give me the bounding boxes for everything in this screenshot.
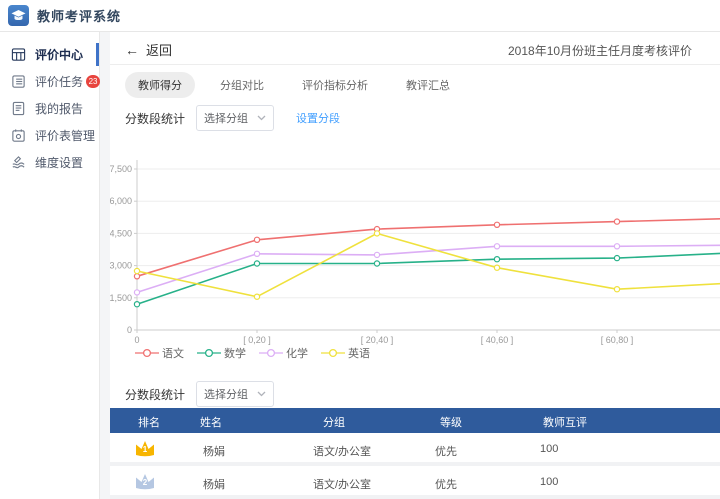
report-icon bbox=[12, 101, 25, 116]
sidebar: 评价中心 评价任务 23 我的报告 评价表管理 维度设置 bbox=[0, 32, 101, 499]
svg-text:[ 40,60 ]: [ 40,60 ] bbox=[481, 335, 514, 345]
sidebar-content-gutter bbox=[100, 32, 110, 499]
legend-marker-icon bbox=[197, 348, 221, 358]
chevron-down-icon bbox=[257, 115, 266, 121]
chart-legend: 语文 数学 化学 英语 bbox=[135, 345, 383, 361]
svg-text:6,000: 6,000 bbox=[110, 196, 132, 206]
column-header-rank: 排名 bbox=[138, 417, 160, 429]
legend-item-math[interactable]: 数学 bbox=[197, 345, 246, 361]
rank-crown-silver-icon: 2 bbox=[132, 471, 158, 493]
score-segment-label: 分数段统计 bbox=[125, 111, 186, 126]
tab-group-comparison[interactable]: 分组对比 bbox=[220, 77, 264, 93]
tab-evaluation-summary[interactable]: 教评汇总 bbox=[406, 77, 450, 93]
svg-text:4,500: 4,500 bbox=[110, 228, 132, 238]
teacher-name: 杨娟 bbox=[203, 479, 225, 491]
score-segment-label: 分数段统计 bbox=[125, 387, 186, 402]
sidebar-item-evaluation-tasks[interactable]: 评价任务 23 bbox=[0, 68, 101, 95]
legend-item-chemistry[interactable]: 化学 bbox=[259, 345, 308, 361]
svg-text:3,000: 3,000 bbox=[110, 261, 132, 271]
table-row[interactable]: 1 杨娟 语文/办公室 优先 100 bbox=[110, 433, 720, 466]
legend-item-chinese[interactable]: 语文 bbox=[135, 345, 184, 361]
back-button[interactable]: ← 返回 bbox=[125, 40, 172, 59]
svg-text:0: 0 bbox=[127, 325, 132, 335]
tab-indicator-analysis[interactable]: 评价指标分析 bbox=[302, 77, 368, 93]
set-segment-link[interactable]: 设置分段 bbox=[296, 110, 340, 126]
app-logo bbox=[8, 5, 29, 26]
score-segment-controls-top: 分数段统计 选择分组 设置分段 bbox=[125, 105, 340, 131]
column-header-group: 分组 bbox=[323, 417, 345, 429]
svg-text:7,500: 7,500 bbox=[110, 164, 132, 174]
sidebar-item-label: 评价任务 bbox=[35, 75, 84, 89]
teacher-grade: 优先 bbox=[435, 479, 457, 491]
app-title: 教师考评系统 bbox=[37, 9, 122, 24]
teacher-group: 语文/办公室 bbox=[313, 479, 372, 491]
sidebar-item-dimension-settings[interactable]: 维度设置 bbox=[0, 149, 99, 176]
back-arrow-icon: ← bbox=[125, 41, 139, 58]
peer-score: 100 bbox=[540, 476, 559, 488]
task-list-icon bbox=[12, 75, 25, 88]
score-line-chart: 0 1,500 3,000 4,500 6,000 7,500 0 [ 0,20 ] [ 20,… bbox=[110, 150, 720, 350]
main-content: ← 返回 2018年10月份班主任月度考核评价 教师得分 分组对比 评价指标分析… bbox=[110, 32, 720, 499]
page-title: 2018年10月份班主任月度考核评价 bbox=[508, 44, 693, 58]
task-count-badge: 23 bbox=[86, 75, 101, 88]
svg-text:[ 20,40 ]: [ 20,40 ] bbox=[361, 335, 394, 345]
table-row[interactable]: 2 杨娟 语文/办公室 优先 100 bbox=[110, 466, 720, 499]
grid-icon bbox=[11, 48, 26, 61]
chevron-down-icon bbox=[257, 391, 266, 397]
legend-item-english[interactable]: 英语 bbox=[321, 345, 370, 361]
table-header-row: 排名 姓名 分组 等级 教师互评 bbox=[110, 408, 720, 433]
app-window: 教师考评系统 评价中心 评价任务 23 我的报告 评价表管理 维度设置 ← 返回… bbox=[0, 0, 720, 499]
teacher-grade: 优先 bbox=[435, 446, 457, 458]
sidebar-item-label: 评价表管理 bbox=[35, 129, 96, 143]
tab-bar: 教师得分 分组对比 评价指标分析 教评汇总 bbox=[125, 72, 488, 98]
svg-text:[ 0,20 ]: [ 0,20 ] bbox=[243, 335, 271, 345]
tab-teacher-scores[interactable]: 教师得分 bbox=[125, 72, 195, 98]
peer-score: 100 bbox=[540, 443, 559, 455]
teacher-name: 杨娟 bbox=[203, 446, 225, 458]
form-manage-icon bbox=[12, 129, 25, 142]
column-header-grade: 等级 bbox=[440, 417, 462, 429]
sidebar-item-label: 维度设置 bbox=[35, 156, 84, 170]
group-select[interactable]: 选择分组 bbox=[196, 105, 275, 131]
score-segment-controls-bottom: 分数段统计 选择分组 bbox=[125, 381, 275, 407]
line-chart-canvas: 0 1,500 3,000 4,500 6,000 7,500 0 [ 0,20 ] [ 20,… bbox=[110, 160, 720, 345]
svg-text:0: 0 bbox=[134, 335, 139, 345]
legend-marker-icon bbox=[321, 348, 345, 358]
sidebar-item-label: 评价中心 bbox=[35, 48, 84, 62]
toolbar: ← 返回 2018年10月份班主任月度考核评价 bbox=[110, 32, 720, 65]
legend-marker-icon bbox=[135, 348, 159, 358]
svg-text:1,500: 1,500 bbox=[110, 293, 132, 303]
back-label: 返回 bbox=[146, 43, 173, 58]
legend-marker-icon bbox=[259, 348, 283, 358]
rank-crown-gold-icon: 1 bbox=[132, 438, 158, 460]
svg-text:[ 60,80 ]: [ 60,80 ] bbox=[601, 335, 634, 345]
active-indicator-bar bbox=[96, 43, 99, 66]
sidebar-item-my-reports[interactable]: 我的报告 bbox=[0, 95, 99, 122]
top-header: 教师考评系统 bbox=[0, 0, 720, 32]
sidebar-item-label: 我的报告 bbox=[35, 102, 84, 116]
group-select-bottom[interactable]: 选择分组 bbox=[196, 381, 275, 407]
sidebar-item-evaluation-center[interactable]: 评价中心 bbox=[0, 41, 99, 68]
teacher-group: 语文/办公室 bbox=[313, 446, 372, 458]
column-header-name: 姓名 bbox=[200, 417, 222, 429]
ranking-table: 排名 姓名 分组 等级 教师互评 1 杨娟 语文/办公室 优先 100 2 杨娟… bbox=[110, 408, 720, 499]
sidebar-item-form-management[interactable]: 评价表管理 bbox=[0, 122, 99, 149]
column-header-peer-score: 教师互评 bbox=[543, 417, 587, 429]
dimension-icon bbox=[12, 156, 25, 169]
graduation-cap-icon bbox=[11, 10, 26, 21]
